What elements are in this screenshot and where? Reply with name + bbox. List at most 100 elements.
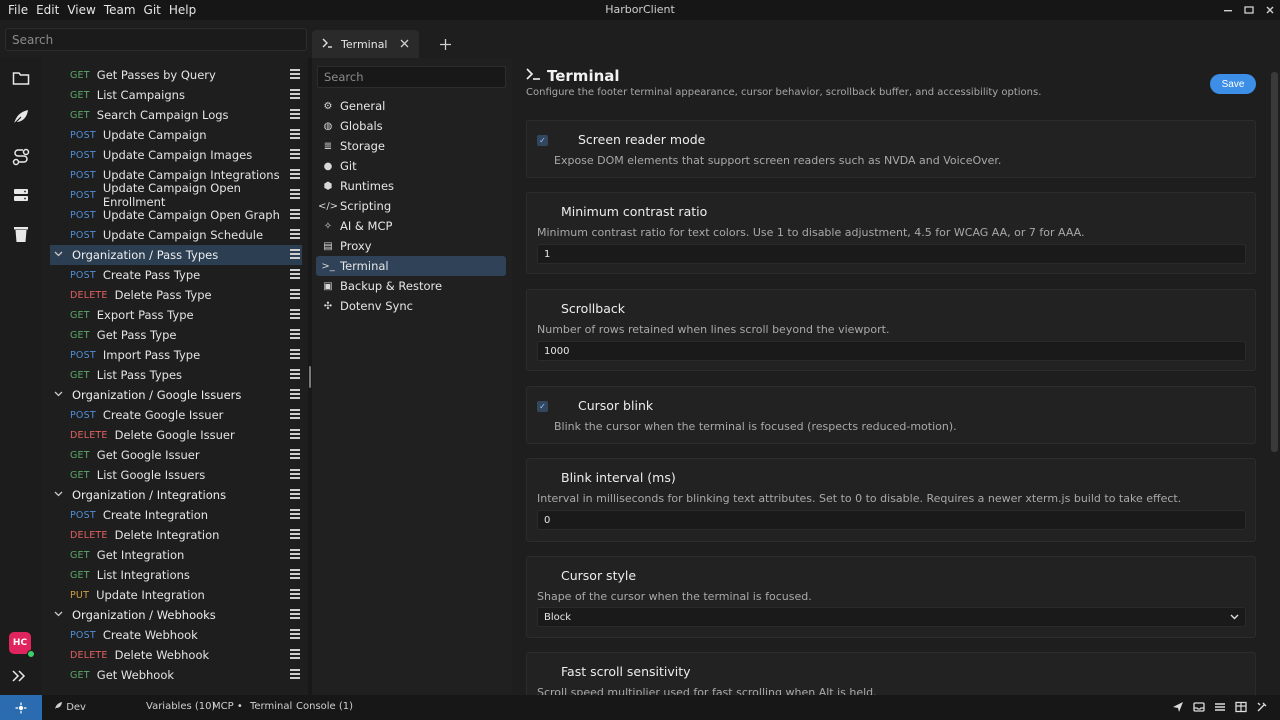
tree-request[interactable]: GET Get Integration bbox=[50, 545, 302, 565]
menu-icon[interactable] bbox=[290, 469, 300, 481]
menu-icon[interactable] bbox=[290, 129, 300, 141]
tab-terminal[interactable]: Terminal bbox=[312, 30, 419, 58]
environment-selector[interactable]: Dev bbox=[54, 701, 86, 713]
menu-icon[interactable] bbox=[290, 649, 300, 661]
global-search-input[interactable] bbox=[5, 28, 307, 51]
menu-icon[interactable] bbox=[290, 329, 300, 341]
min-contrast-input[interactable] bbox=[537, 244, 1246, 264]
minimize-icon[interactable] bbox=[1217, 0, 1238, 20]
cursor-blink-checkbox[interactable]: ✓ bbox=[537, 401, 548, 412]
trash-icon[interactable] bbox=[10, 223, 32, 245]
tree-request[interactable]: GET Get Passes by Query bbox=[50, 65, 302, 85]
settings-nav-item[interactable]: ▤ Proxy bbox=[316, 236, 506, 256]
menu-file[interactable]: File bbox=[4, 0, 32, 20]
screen-reader-checkbox[interactable]: ✓ bbox=[537, 135, 548, 146]
menu-icon[interactable] bbox=[290, 69, 300, 81]
menu-icon[interactable] bbox=[290, 309, 300, 321]
tree-request[interactable]: PUT Update Integration bbox=[50, 585, 302, 605]
close-tab-icon[interactable] bbox=[400, 37, 409, 52]
menu-icon[interactable] bbox=[290, 449, 300, 461]
tree-request[interactable]: POST Create Integration bbox=[50, 505, 302, 525]
chevron-down-icon[interactable] bbox=[54, 610, 64, 620]
tree-request[interactable]: GET List Pass Types bbox=[50, 365, 302, 385]
blink-interval-input[interactable] bbox=[537, 510, 1246, 530]
tree-request[interactable]: POST Import Pass Type bbox=[50, 345, 302, 365]
menu-icon[interactable] bbox=[290, 109, 300, 121]
tree-request[interactable]: POST Update Campaign Open Graph bbox=[50, 205, 302, 225]
menu-icon[interactable] bbox=[290, 209, 300, 221]
tree-request[interactable]: DELETE Delete Google Issuer bbox=[50, 425, 302, 445]
menu-icon[interactable] bbox=[290, 609, 300, 621]
leaf-icon[interactable] bbox=[10, 106, 32, 128]
inbox-icon[interactable] bbox=[1191, 699, 1207, 715]
menu-icon[interactable] bbox=[290, 89, 300, 101]
tree-request[interactable]: DELETE Delete Integration bbox=[50, 525, 302, 545]
menu-icon[interactable] bbox=[290, 389, 300, 401]
settings-nav-item[interactable]: ≣ Storage bbox=[316, 136, 506, 156]
settings-nav-item[interactable]: ● Git bbox=[316, 156, 506, 176]
sync-icon[interactable] bbox=[0, 695, 42, 720]
variables-status[interactable]: Variables (10) bbox=[146, 701, 215, 712]
maximize-icon[interactable] bbox=[1238, 0, 1259, 20]
tree-request[interactable]: POST Create Google Issuer bbox=[50, 405, 302, 425]
route-icon[interactable] bbox=[10, 146, 32, 168]
cursor-style-select[interactable]: Block bbox=[537, 607, 1246, 627]
chevron-down-icon[interactable] bbox=[54, 490, 64, 500]
tools-icon[interactable] bbox=[1254, 699, 1270, 715]
settings-nav-item[interactable]: ◍ Globals bbox=[316, 116, 506, 136]
mcp-status[interactable]: MCP • bbox=[212, 701, 243, 712]
send-icon[interactable] bbox=[1170, 699, 1186, 715]
menu-git[interactable]: Git bbox=[140, 0, 165, 20]
menu-icon[interactable] bbox=[290, 429, 300, 441]
terminal-status[interactable]: Terminal bbox=[250, 701, 292, 712]
tree-request[interactable]: GET List Google Issuers bbox=[50, 465, 302, 485]
tree-request[interactable]: GET List Campaigns bbox=[50, 85, 302, 105]
console-status[interactable]: Console (1) bbox=[296, 701, 353, 712]
tree-folder[interactable]: Organization / Integrations bbox=[50, 485, 302, 505]
chevron-down-icon[interactable] bbox=[54, 390, 64, 400]
menu-icon[interactable] bbox=[290, 349, 300, 361]
expand-icon[interactable] bbox=[12, 670, 26, 686]
new-tab-button[interactable] bbox=[431, 31, 461, 57]
tree-request[interactable]: GET Get Webhook bbox=[50, 665, 302, 685]
tree-request[interactable]: POST Update Campaign Images bbox=[50, 145, 302, 165]
folder-icon[interactable] bbox=[10, 67, 32, 89]
tree-folder[interactable]: Organization / Webhooks bbox=[50, 605, 302, 625]
tree-request[interactable]: POST Create Pass Type bbox=[50, 265, 302, 285]
menu-edit[interactable]: Edit bbox=[32, 0, 63, 20]
menu-icon[interactable] bbox=[290, 529, 300, 541]
menu-icon[interactable] bbox=[290, 629, 300, 641]
menu-icon[interactable] bbox=[290, 589, 300, 601]
menu-icon[interactable] bbox=[290, 289, 300, 301]
tree-request[interactable]: DELETE Delete Pass Type bbox=[50, 285, 302, 305]
menu-icon[interactable] bbox=[290, 489, 300, 501]
tree-request[interactable]: POST Update Campaign bbox=[50, 125, 302, 145]
tree-request[interactable]: GET Get Pass Type bbox=[50, 325, 302, 345]
tree-request[interactable]: GET Get Google Issuer bbox=[50, 445, 302, 465]
tree-scroll-handle[interactable] bbox=[309, 366, 311, 388]
menu-icon[interactable] bbox=[290, 369, 300, 381]
menu-icon[interactable] bbox=[290, 189, 300, 201]
menu-team[interactable]: Team bbox=[100, 0, 140, 20]
main-scrollbar[interactable] bbox=[1271, 72, 1278, 452]
settings-nav-item[interactable]: ✣ Dotenv Sync bbox=[316, 296, 506, 316]
list-icon[interactable] bbox=[1212, 699, 1228, 715]
tree-folder[interactable]: Organization / Google Issuers bbox=[50, 385, 302, 405]
server-icon[interactable] bbox=[10, 184, 32, 206]
settings-nav-item[interactable]: >_ Terminal bbox=[316, 256, 506, 276]
tree-folder[interactable]: Organization / Pass Types bbox=[50, 245, 302, 265]
menu-icon[interactable] bbox=[290, 549, 300, 561]
tree-request[interactable]: POST Create Webhook bbox=[50, 625, 302, 645]
menu-view[interactable]: View bbox=[63, 0, 99, 20]
scrollback-input[interactable] bbox=[537, 341, 1246, 361]
settings-nav-item[interactable]: ⬢ Runtimes bbox=[316, 176, 506, 196]
tree-request[interactable]: GET List Integrations bbox=[50, 565, 302, 585]
tree-request[interactable]: POST Update Campaign Schedule bbox=[50, 225, 302, 245]
menu-icon[interactable] bbox=[290, 169, 300, 181]
tree-request[interactable]: GET Export Pass Type bbox=[50, 305, 302, 325]
tree-request[interactable]: DELETE Delete Webhook bbox=[50, 645, 302, 665]
tree-request[interactable]: GET Search Campaign Logs bbox=[50, 105, 302, 125]
layout-icon[interactable] bbox=[1233, 699, 1249, 715]
settings-nav-item[interactable]: ⚙ General bbox=[316, 96, 506, 116]
close-window-icon[interactable] bbox=[1259, 0, 1280, 20]
